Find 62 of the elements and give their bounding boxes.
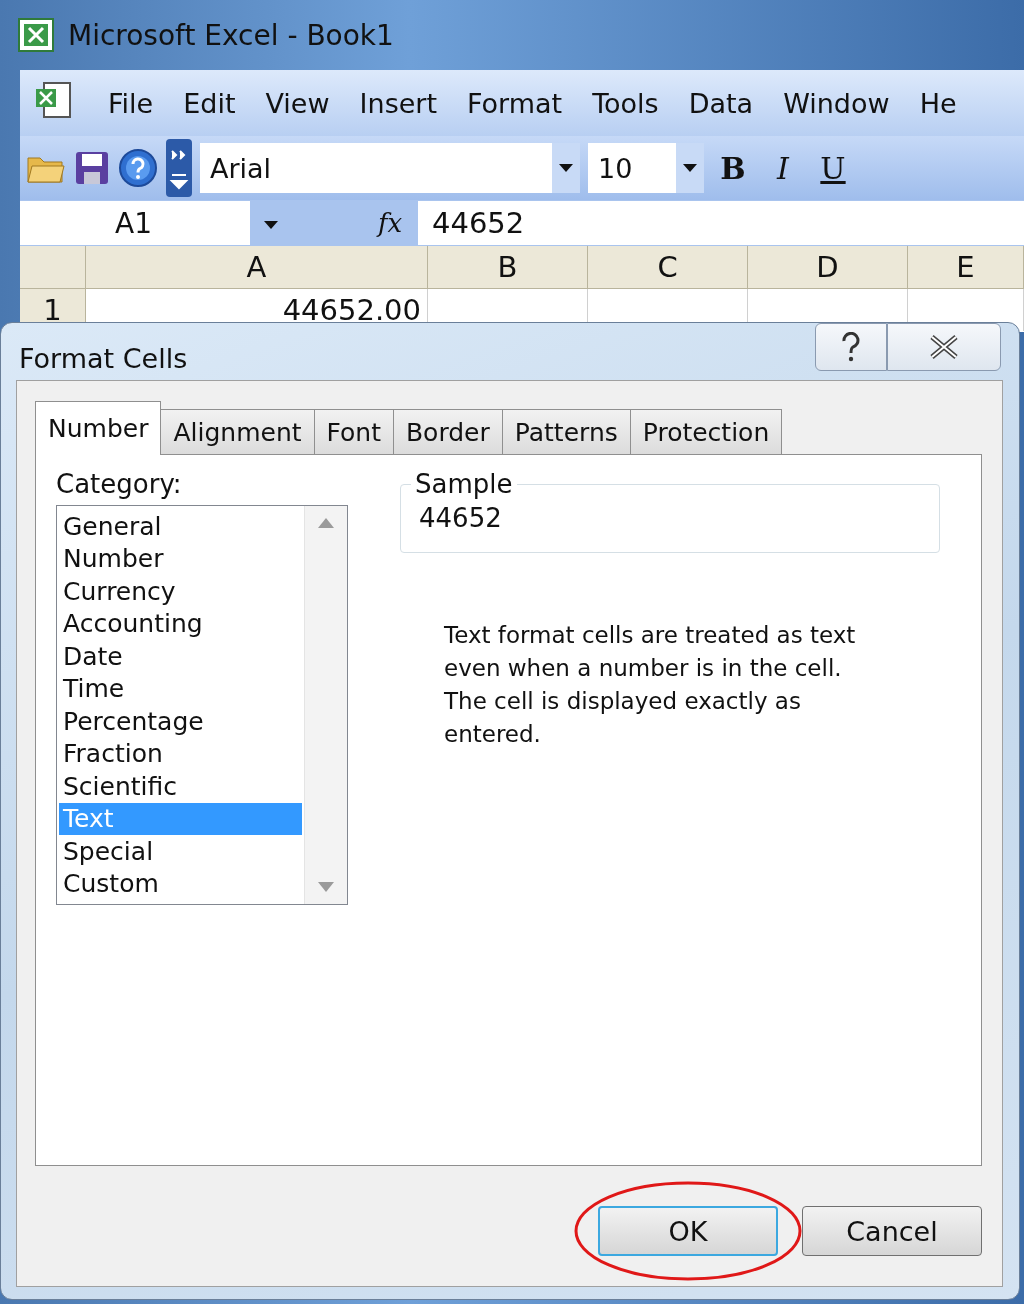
save-icon[interactable] <box>74 150 110 186</box>
scrollbar[interactable] <box>304 506 347 904</box>
menu-item[interactable]: View <box>265 87 330 119</box>
caret-icon <box>264 220 278 229</box>
help-icon[interactable] <box>118 148 158 188</box>
name-box[interactable]: A1 <box>20 201 250 245</box>
underline-button[interactable]: U <box>812 147 854 189</box>
tab[interactable]: Alignment <box>160 409 315 455</box>
scroll-up-icon[interactable] <box>318 518 334 528</box>
function-label[interactable]: fx <box>378 208 418 238</box>
corner-cell[interactable] <box>20 246 86 289</box>
column-header[interactable]: A <box>86 246 428 289</box>
tab[interactable]: Border <box>392 409 503 455</box>
tab[interactable]: Font <box>313 409 394 455</box>
list-item[interactable]: Custom <box>59 867 302 900</box>
list-item[interactable]: Number <box>59 542 302 575</box>
menu-item[interactable]: Tools <box>592 87 659 119</box>
caret-icon <box>559 164 573 172</box>
menu-item[interactable]: He <box>919 87 957 119</box>
caret-icon <box>683 164 697 172</box>
tab[interactable]: Patterns <box>501 409 631 455</box>
formula-field[interactable]: 44652 <box>418 201 1024 245</box>
description-text: Text format cells are treated as text even when a number is in the cell. The cell is displayed exactly as entered. <box>444 621 857 749</box>
italic-button[interactable]: I <box>762 147 804 189</box>
close-icon <box>929 334 959 360</box>
help-button[interactable] <box>815 323 887 371</box>
ok-button[interactable]: OK <box>598 1206 778 1256</box>
scroll-down-icon[interactable] <box>318 882 334 892</box>
column-header[interactable]: B <box>428 246 588 289</box>
font-name-field[interactable]: Arial <box>200 143 580 193</box>
menu-item[interactable]: Format <box>467 87 563 119</box>
list-item[interactable]: Special <box>59 835 302 868</box>
tab[interactable]: Number <box>35 401 162 455</box>
close-button[interactable] <box>887 323 1001 371</box>
list-item[interactable]: Percentage <box>59 705 302 738</box>
dialog-title: Format Cells <box>19 343 188 374</box>
spreadsheet-app-icon <box>18 18 54 52</box>
list-item[interactable]: Scientific <box>59 770 302 803</box>
list-item[interactable]: General <box>59 510 302 543</box>
column-header[interactable]: E <box>908 246 1024 289</box>
list-item[interactable]: Fraction <box>59 737 302 770</box>
category-label: Category: <box>56 469 183 499</box>
cancel-button[interactable]: Cancel <box>802 1206 982 1256</box>
list-item[interactable]: Time <box>59 672 302 705</box>
toolbar-options-icon[interactable] <box>166 139 192 197</box>
menu-item[interactable]: Edit <box>183 87 236 119</box>
question-mark-icon <box>840 332 862 362</box>
list-item[interactable]: Date <box>59 640 302 673</box>
list-item[interactable]: Currency <box>59 575 302 608</box>
window-title: Microsoft Excel - Book1 <box>68 18 394 52</box>
menu-item[interactable]: Data <box>688 87 754 119</box>
column-header[interactable]: C <box>588 246 748 289</box>
menu-item[interactable]: Insert <box>359 87 437 119</box>
sample-label: Sample <box>414 469 514 499</box>
column-header[interactable]: D <box>748 246 908 289</box>
sample-value: 44652 <box>419 503 502 533</box>
bold-button[interactable]: B <box>712 147 754 189</box>
menu-item[interactable]: Window <box>783 87 890 119</box>
font-size-field[interactable]: 10 <box>588 143 704 193</box>
tab[interactable]: Protection <box>629 409 783 455</box>
list-item[interactable]: Accounting <box>59 607 302 640</box>
menu-item[interactable]: File <box>108 87 154 119</box>
